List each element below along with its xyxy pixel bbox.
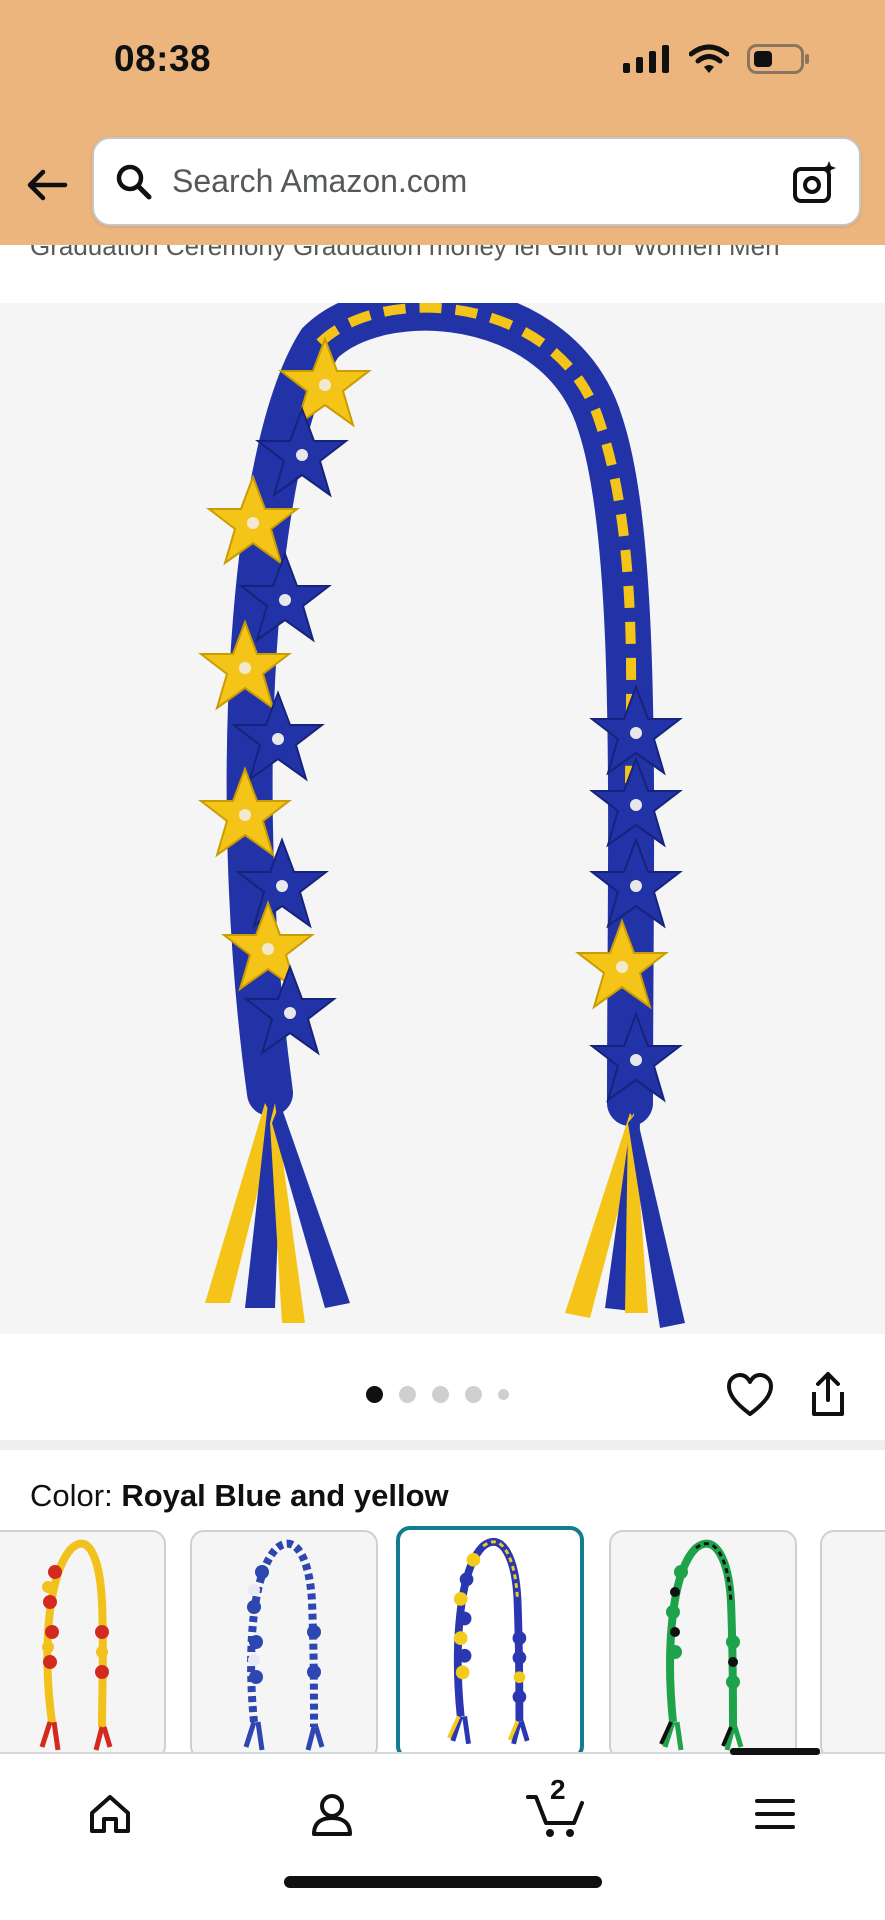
heart-icon (727, 1373, 773, 1416)
color-swatch-red-yellow[interactable] (0, 1530, 166, 1760)
color-swatch-green-black[interactable] (609, 1530, 797, 1760)
color-swatch-blue-white[interactable] (190, 1530, 378, 1760)
carousel-dot[interactable] (432, 1386, 449, 1403)
color-swatch-more[interactable] (820, 1530, 885, 1760)
home-indicator (284, 1876, 602, 1888)
lei-thumbnail (447, 1537, 530, 1745)
wifi-icon (689, 44, 729, 73)
carousel-dot[interactable] (498, 1389, 509, 1400)
carousel-dots[interactable] (366, 1386, 509, 1403)
carousel-dot[interactable] (366, 1386, 383, 1403)
section-divider (0, 1440, 885, 1450)
status-time: 08:38 (114, 38, 212, 79)
nav-menu[interactable] (745, 1784, 805, 1844)
back-button[interactable] (22, 160, 72, 210)
color-swatch-royal-blue-yellow[interactable] (396, 1526, 584, 1760)
search-input[interactable] (172, 163, 772, 200)
lei-thumbnail (39, 1539, 113, 1751)
share-icon (812, 1372, 844, 1416)
carousel-dot[interactable] (399, 1386, 416, 1403)
share-button[interactable] (808, 1370, 856, 1420)
signal-icon (623, 45, 669, 73)
search-icon (114, 162, 154, 202)
color-selection-label: Color: Royal Blue and yellow (30, 1478, 449, 1514)
home-icon (90, 1795, 130, 1833)
carousel-dot[interactable] (465, 1386, 482, 1403)
nav-account[interactable] (302, 1784, 362, 1844)
nav-home[interactable] (80, 1784, 140, 1844)
product-image[interactable] (0, 303, 885, 1334)
active-tab-indicator (730, 1748, 820, 1755)
search-bar[interactable] (92, 137, 861, 226)
status-icons (623, 44, 811, 74)
hamburger-menu-icon (755, 1799, 795, 1829)
cart-count-badge: 2 (550, 1774, 566, 1805)
lei-thumbnail (243, 1539, 325, 1751)
wishlist-button[interactable] (726, 1372, 774, 1420)
color-value: Royal Blue and yellow (121, 1478, 449, 1513)
battery-icon (747, 44, 809, 74)
camera-search-icon[interactable] (791, 159, 839, 207)
product-page: 08:38 Search Amazon.com Graduation Cerem… (0, 0, 885, 1920)
user-icon (312, 1794, 352, 1836)
bottom-nav: 2 (0, 1748, 885, 1920)
lei-illustration (200, 303, 685, 1328)
color-label: Color: (30, 1478, 122, 1513)
arrow-left-icon (27, 169, 68, 201)
lei-thumbnail (659, 1539, 744, 1751)
header: 08:38 (0, 0, 885, 245)
